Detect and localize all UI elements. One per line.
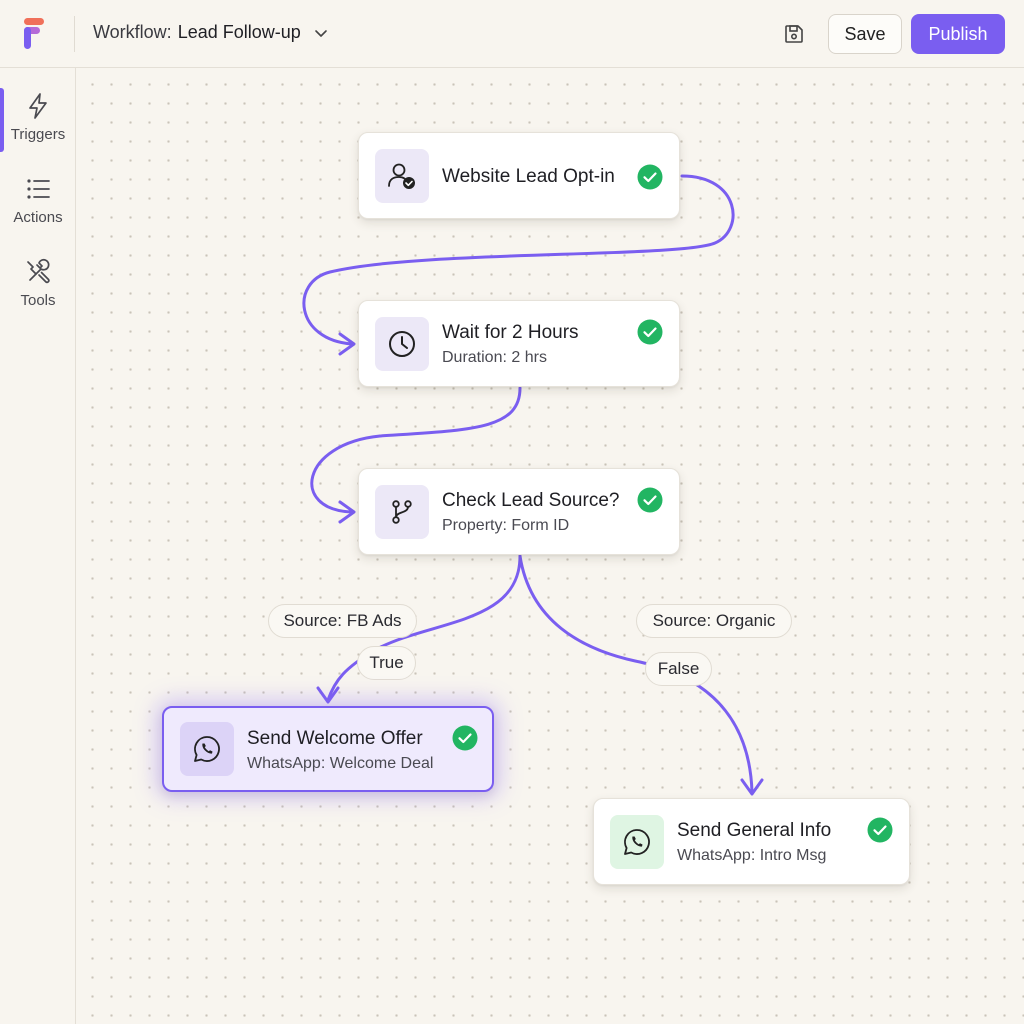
node-icon-box (375, 316, 429, 371)
branch-condition-fb-ads[interactable]: Source: FB Ads (268, 604, 417, 638)
sidebar-item-label: Tools (20, 292, 56, 309)
whatsapp-icon (624, 828, 650, 855)
node-icon-box (375, 484, 429, 539)
node-website-lead-opt-in[interactable]: Website Lead Opt-in (358, 132, 680, 219)
app-logo-icon[interactable] (22, 18, 52, 50)
node-check-lead-source[interactable]: Check Lead Source? Property: Form ID (358, 468, 680, 555)
sidebar: Triggers Actions Tools (0, 68, 76, 1024)
whatsapp-icon (194, 736, 220, 762)
node-subtitle: WhatsApp: Welcome Deal (247, 755, 434, 772)
sidebar-item-triggers[interactable]: Triggers (0, 92, 76, 162)
topbar-divider (74, 16, 75, 52)
node-wait-for-2-hours[interactable]: Wait for 2 Hours Duration: 2 hrs (358, 300, 680, 387)
clock-icon (389, 330, 415, 357)
node-subtitle: Property: Form ID (442, 517, 570, 534)
node-title: Website Lead Opt-in (442, 166, 615, 187)
node-subtitle: WhatsApp: Intro Msg (677, 847, 827, 864)
save-draft-button[interactable] (780, 20, 808, 48)
node-subtitle: Duration: 2 hrs (442, 349, 547, 366)
node-send-welcome-offer[interactable]: Send Welcome Offer WhatsApp: Welcome Dea… (162, 706, 494, 792)
chevron-down-icon (314, 29, 327, 37)
tools-icon (27, 258, 50, 284)
sidebar-item-label: Triggers (10, 126, 66, 143)
top-bar: Workflow: Lead Follow-up Save Publish (0, 0, 1024, 68)
sidebar-item-label: Actions (13, 209, 63, 226)
branch-icon (392, 499, 412, 524)
node-icon-box (180, 722, 234, 776)
list-icon (27, 179, 50, 199)
publish-button[interactable]: Publish (911, 14, 1005, 54)
user-check-icon (388, 163, 415, 189)
floppy-disk-icon (785, 25, 803, 43)
node-icon-box (375, 148, 429, 203)
workflow-prefix: Workflow: (93, 22, 172, 42)
check-circle-icon (452, 725, 478, 751)
check-circle-icon (637, 164, 663, 190)
node-title: Wait for 2 Hours (442, 322, 579, 343)
check-circle-icon (867, 817, 893, 843)
node-send-general-info[interactable]: Send General Info WhatsApp: Intro Msg (593, 798, 910, 885)
save-button[interactable]: Save (828, 14, 902, 54)
check-circle-icon (637, 487, 663, 513)
node-title: Send Welcome Offer (247, 728, 423, 749)
lightning-icon (29, 93, 47, 119)
branch-condition-organic[interactable]: Source: Organic (636, 604, 792, 638)
node-title: Check Lead Source? (442, 490, 620, 511)
sidebar-item-actions[interactable]: Actions (0, 175, 76, 245)
branch-label-true[interactable]: True (357, 646, 416, 680)
workflow-selector[interactable]: Workflow: Lead Follow-up (93, 22, 329, 43)
check-circle-icon (637, 319, 663, 345)
branch-label-false[interactable]: False (645, 652, 712, 686)
node-icon-box (610, 814, 664, 869)
sidebar-item-tools[interactable]: Tools (0, 258, 76, 328)
workflow-name: Lead Follow-up (177, 22, 301, 42)
node-title: Send General Info (677, 820, 832, 841)
